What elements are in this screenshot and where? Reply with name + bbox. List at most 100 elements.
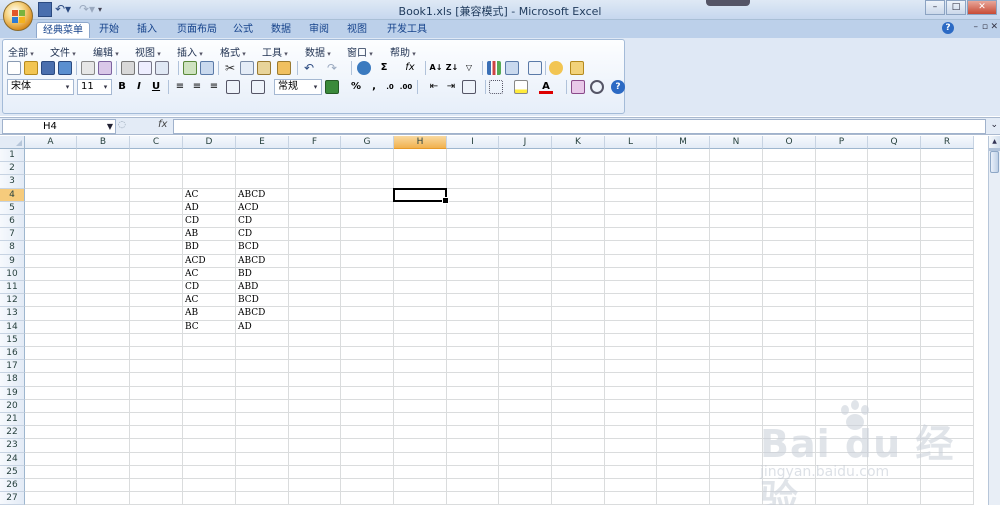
cut-icon[interactable]: ✂: [223, 61, 237, 75]
cell-d6[interactable]: CD: [183, 215, 236, 229]
cell-h7[interactable]: [394, 228, 447, 242]
cell-f9[interactable]: [289, 254, 341, 268]
cell-o8[interactable]: [763, 241, 816, 255]
cell-k12[interactable]: [552, 294, 605, 308]
cell-e21[interactable]: [236, 413, 289, 427]
cell-a7[interactable]: [25, 228, 77, 242]
cell-b2[interactable]: [77, 162, 130, 176]
cell-d22[interactable]: [183, 426, 236, 440]
cell-m24[interactable]: [657, 452, 710, 466]
font-size-combo[interactable]: 11 ▾: [77, 79, 112, 95]
cell-m25[interactable]: [657, 465, 710, 479]
cell-f27[interactable]: [289, 492, 341, 505]
cell-j24[interactable]: [499, 452, 552, 466]
cell-o18[interactable]: [763, 373, 816, 387]
cell-g22[interactable]: [341, 426, 394, 440]
cell-h1[interactable]: [394, 149, 447, 163]
cell-k22[interactable]: [552, 426, 605, 440]
cell-l9[interactable]: [605, 254, 657, 268]
cell-c20[interactable]: [130, 399, 183, 413]
cell-f11[interactable]: [289, 281, 341, 295]
cell-r5[interactable]: [921, 201, 974, 215]
column-header-m[interactable]: M: [657, 136, 710, 149]
cell-d23[interactable]: [183, 439, 236, 453]
cell-h18[interactable]: [394, 373, 447, 387]
cell-p6[interactable]: [816, 215, 868, 229]
cell-b25[interactable]: [77, 465, 130, 479]
cell-j18[interactable]: [499, 373, 552, 387]
menu-window[interactable]: 窗口: [347, 44, 373, 59]
column-header-b[interactable]: B: [77, 136, 130, 149]
cell-q11[interactable]: [868, 281, 921, 295]
cell-d5[interactable]: AD: [183, 201, 236, 215]
cancel-formula-icon[interactable]: ◌: [118, 120, 128, 132]
row-header-13[interactable]: 13: [0, 307, 25, 321]
cell-d12[interactable]: AC: [183, 294, 236, 308]
cell-h22[interactable]: [394, 426, 447, 440]
cell-b20[interactable]: [77, 399, 130, 413]
cell-n10[interactable]: [710, 267, 763, 281]
cell-o1[interactable]: [763, 149, 816, 163]
cell-i20[interactable]: [447, 399, 499, 413]
wrap-text-icon[interactable]: [251, 80, 265, 94]
cell-r14[interactable]: [921, 320, 974, 334]
tab-developer[interactable]: 开发工具: [380, 22, 434, 38]
cell-i10[interactable]: [447, 267, 499, 281]
row-header-6[interactable]: 6: [0, 215, 25, 229]
cell-k20[interactable]: [552, 399, 605, 413]
cell-f5[interactable]: [289, 201, 341, 215]
cell-i1[interactable]: [447, 149, 499, 163]
cell-a11[interactable]: [25, 281, 77, 295]
cell-n23[interactable]: [710, 439, 763, 453]
cell-f17[interactable]: [289, 360, 341, 374]
cell-k19[interactable]: [552, 386, 605, 400]
cell-g25[interactable]: [341, 465, 394, 479]
cell-o3[interactable]: [763, 175, 816, 189]
font-name-combo[interactable]: 宋体 ▾: [7, 79, 74, 95]
cell-f8[interactable]: [289, 241, 341, 255]
cell-m7[interactable]: [657, 228, 710, 242]
cell-q17[interactable]: [868, 360, 921, 374]
cell-n26[interactable]: [710, 479, 763, 493]
cell-i4[interactable]: [447, 188, 499, 202]
cell-l7[interactable]: [605, 228, 657, 242]
cell-n16[interactable]: [710, 347, 763, 361]
cell-r10[interactable]: [921, 267, 974, 281]
autosum-icon[interactable]: Σ: [377, 61, 391, 75]
cell-q10[interactable]: [868, 267, 921, 281]
cell-j21[interactable]: [499, 413, 552, 427]
row-header-23[interactable]: 23: [0, 439, 25, 453]
cell-a20[interactable]: [25, 399, 77, 413]
cell-m20[interactable]: [657, 399, 710, 413]
cell-q2[interactable]: [868, 162, 921, 176]
cell-j16[interactable]: [499, 347, 552, 361]
permission-icon[interactable]: [58, 61, 72, 75]
cell-n25[interactable]: [710, 465, 763, 479]
cell-a10[interactable]: [25, 267, 77, 281]
cell-c18[interactable]: [130, 373, 183, 387]
cell-n4[interactable]: [710, 188, 763, 202]
cell-o17[interactable]: [763, 360, 816, 374]
cell-l2[interactable]: [605, 162, 657, 176]
tab-classic-menu[interactable]: 经典菜单: [36, 22, 90, 38]
cell-g20[interactable]: [341, 399, 394, 413]
cell-k25[interactable]: [552, 465, 605, 479]
cell-k26[interactable]: [552, 479, 605, 493]
cell-r2[interactable]: [921, 162, 974, 176]
cell-h12[interactable]: [394, 294, 447, 308]
ribbon-minimize-icon[interactable]: –: [974, 22, 979, 32]
cell-f2[interactable]: [289, 162, 341, 176]
row-header-17[interactable]: 17: [0, 360, 25, 374]
tab-home[interactable]: 开始: [92, 22, 126, 38]
cell-e6[interactable]: CD: [236, 215, 289, 229]
cell-a5[interactable]: [25, 201, 77, 215]
row-header-21[interactable]: 21: [0, 413, 25, 427]
cell-f21[interactable]: [289, 413, 341, 427]
cell-n17[interactable]: [710, 360, 763, 374]
row-header-16[interactable]: 16: [0, 347, 25, 361]
tab-insert[interactable]: 插入: [130, 22, 164, 38]
cell-g15[interactable]: [341, 333, 394, 347]
cell-l10[interactable]: [605, 267, 657, 281]
cell-l1[interactable]: [605, 149, 657, 163]
cell-d18[interactable]: [183, 373, 236, 387]
